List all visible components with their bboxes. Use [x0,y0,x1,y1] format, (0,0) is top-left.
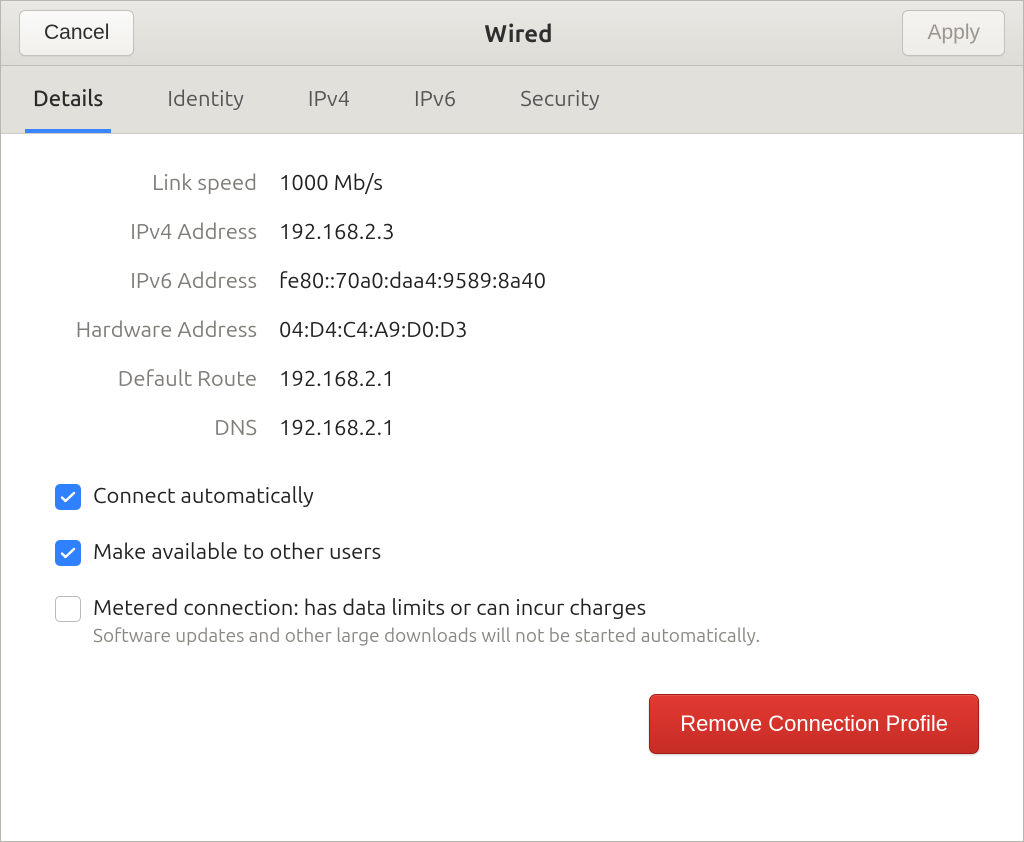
sublabel-metered-connection: Software updates and other large downloa… [93,624,760,646]
tab-ipv6[interactable]: IPv6 [406,66,464,133]
checkbox-connect-automatically[interactable] [55,484,81,510]
label-ipv4-address: IPv4 Address [39,219,259,244]
value-link-speed: 1000 Mb/s [279,170,985,195]
label-share-other-users: Make available to other users [93,538,381,566]
danger-actions: Remove Connection Profile [39,694,985,754]
value-dns: 192.168.2.1 [279,415,985,440]
checkbox-share-other-users[interactable] [55,540,81,566]
value-ipv6-address: fe80::70a0:daa4:9589:8a40 [279,268,985,293]
value-ipv4-address: 192.168.2.3 [279,219,985,244]
check-icon [60,545,76,561]
label-ipv6-address: IPv6 Address [39,268,259,293]
option-connect-automatically: Connect automatically [55,482,985,510]
label-default-route: Default Route [39,366,259,391]
tab-bar: Details Identity IPv4 IPv6 Security [1,66,1023,134]
header-bar: Cancel Wired Apply [1,1,1023,66]
checkbox-metered-connection[interactable] [55,596,81,622]
remove-connection-profile-button[interactable]: Remove Connection Profile [649,694,979,754]
check-icon [60,489,76,505]
apply-button[interactable]: Apply [902,10,1005,56]
option-metered-connection: Metered connection: has data limits or c… [55,594,985,646]
tab-identity[interactable]: Identity [159,66,251,133]
connection-details: Link speed 1000 Mb/s IPv4 Address 192.16… [39,170,985,440]
label-metered-connection: Metered connection: has data limits or c… [93,594,760,622]
tab-ipv4[interactable]: IPv4 [300,66,358,133]
value-default-route: 192.168.2.1 [279,366,985,391]
option-share-other-users: Make available to other users [55,538,985,566]
options-group: Connect automatically Make available to … [55,482,985,646]
content-pane: Link speed 1000 Mb/s IPv4 Address 192.16… [1,134,1023,841]
label-link-speed: Link speed [39,170,259,195]
label-dns: DNS [39,415,259,440]
dialog-window: Cancel Wired Apply Details Identity IPv4… [0,0,1024,842]
label-hardware-address: Hardware Address [39,317,259,342]
tab-details[interactable]: Details [25,66,111,133]
value-hardware-address: 04:D4:C4:A9:D0:D3 [279,317,985,342]
dialog-title: Wired [484,20,552,47]
label-connect-automatically: Connect automatically [93,482,314,510]
tab-security[interactable]: Security [512,66,607,133]
cancel-button[interactable]: Cancel [19,10,134,56]
